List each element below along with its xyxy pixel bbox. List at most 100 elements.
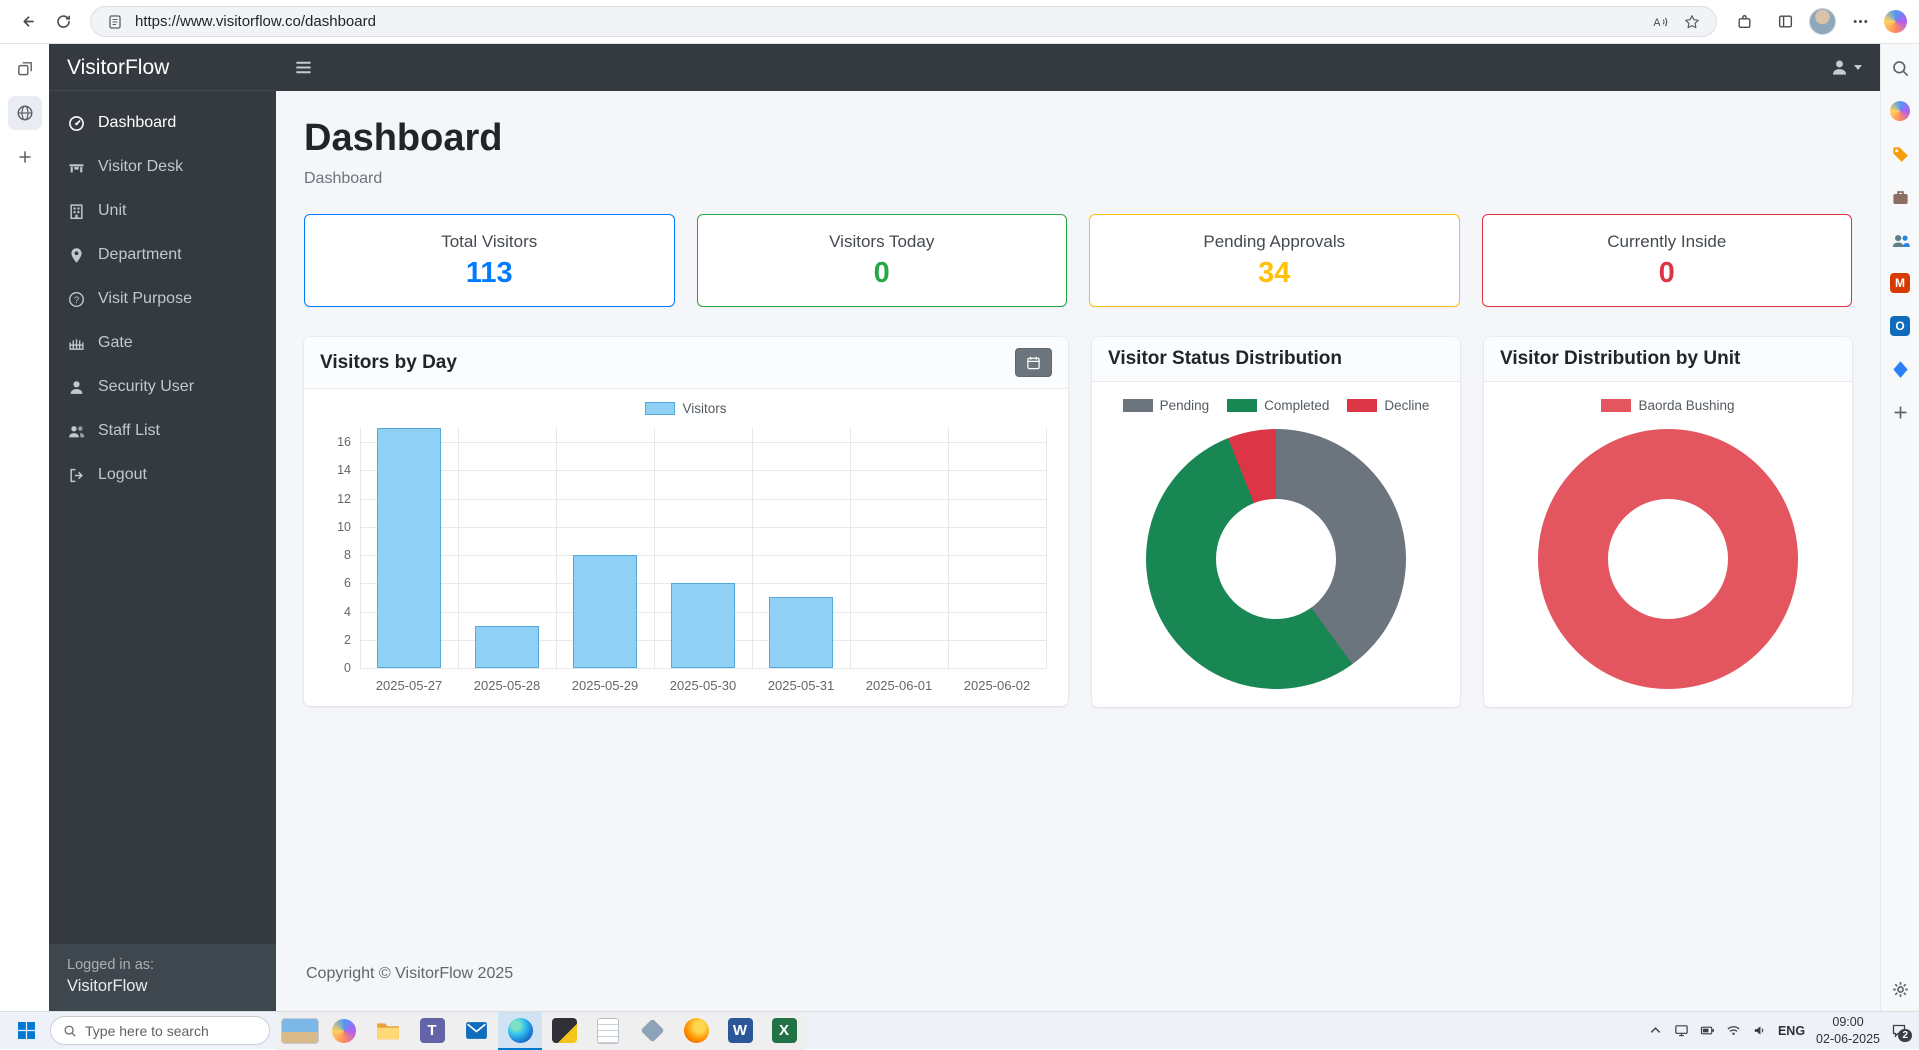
refresh-icon[interactable]	[46, 5, 80, 39]
bar-2025-05-31[interactable]	[768, 597, 834, 668]
sidebar-item-dashboard[interactable]: Dashboard	[57, 101, 268, 145]
taskbar-app-copilot[interactable]	[322, 1011, 366, 1050]
question-icon: ?	[67, 290, 85, 308]
page-info-icon[interactable]	[103, 11, 127, 33]
breadcrumb[interactable]: Dashboard	[304, 170, 1852, 188]
taskbar-app-firefox[interactable]	[674, 1011, 718, 1050]
language-indicator[interactable]: ENG	[1778, 1024, 1805, 1038]
stat-card-total-visitors: Total Visitors 113	[304, 214, 675, 307]
user-icon	[67, 378, 85, 396]
page-content: Dashboard Dashboard Total Visitors 113 Vis…	[276, 91, 1880, 1011]
calendar-button[interactable]	[1015, 348, 1052, 377]
taskbar-apps: T WX	[278, 1011, 806, 1050]
user-menu[interactable]	[1830, 58, 1862, 77]
notification-center-icon[interactable]: 2	[1891, 1023, 1912, 1042]
new-tab-icon[interactable]	[10, 142, 40, 172]
system-tray: ENG 09:00 02-06-2025 2	[1648, 1014, 1915, 1047]
logout-icon	[67, 466, 85, 484]
legend-label: Decline	[1384, 398, 1430, 413]
briefcase-icon[interactable]	[1886, 183, 1914, 211]
microsoft-365-icon[interactable]: M	[1886, 269, 1914, 297]
url-text: https://www.visitorflow.co/dashboard	[135, 13, 376, 30]
copyright: Copyright © VisitorFlow 2025	[306, 965, 514, 982]
search-placeholder: Type here to search	[85, 1022, 209, 1039]
read-aloud-icon[interactable]: A	[1648, 11, 1672, 33]
taskbar-app-excel[interactable]: X	[762, 1011, 806, 1050]
sidebar-toggle-icon[interactable]	[294, 58, 313, 77]
bar-2025-05-28[interactable]	[474, 625, 540, 668]
users-icon	[67, 422, 85, 440]
sidebar-item-security-user[interactable]: Security User	[57, 365, 268, 409]
favorite-star-icon[interactable]	[1680, 11, 1704, 33]
taskbar-app-file-explorer[interactable]	[366, 1011, 410, 1050]
sidebar-item-visit-purpose[interactable]: ? Visit Purpose	[57, 277, 268, 321]
card-header: Visitor Distribution by Unit	[1484, 337, 1852, 382]
sidebar-item-label: Dashboard	[98, 114, 177, 131]
taskbar-app-notepad[interactable]	[586, 1011, 630, 1050]
battery-icon[interactable]	[1700, 1023, 1715, 1038]
monitor-icon[interactable]	[1674, 1023, 1689, 1038]
bar-2025-05-27[interactable]	[376, 428, 442, 668]
taskbar-app-teams[interactable]: T	[410, 1011, 454, 1050]
bar-2025-05-30[interactable]	[670, 583, 736, 668]
donut	[1538, 429, 1798, 689]
taskbar-app-news-widget[interactable]	[278, 1011, 322, 1050]
sidebar-item-logout[interactable]: Logout	[57, 453, 268, 497]
stat-card-currently-inside: Currently Inside 0	[1481, 214, 1852, 307]
outlook-icon[interactable]: O	[1886, 312, 1914, 340]
back-icon[interactable]	[10, 5, 44, 39]
copilot-icon[interactable]	[1884, 10, 1907, 33]
sidebar-item-label: Security User	[98, 378, 195, 395]
hidden-icons-chevron-icon[interactable]	[1648, 1023, 1663, 1038]
copilot-icon[interactable]	[1886, 97, 1914, 125]
wifi-icon[interactable]	[1726, 1023, 1741, 1038]
settings-icon[interactable]	[1886, 975, 1914, 1003]
sidebar-item-label: Department	[98, 246, 182, 263]
start-button[interactable]	[4, 1012, 48, 1050]
add-icon[interactable]	[1886, 398, 1914, 426]
calendar-icon	[1027, 356, 1040, 370]
x-tick-label: 2025-05-28	[473, 678, 541, 693]
y-tick-label: 8	[344, 548, 351, 563]
active-tab-globe-icon[interactable]	[7, 96, 42, 130]
y-tick-label: 2	[344, 632, 351, 647]
legend-item: Decline	[1347, 398, 1429, 413]
donut-hole	[1608, 499, 1728, 619]
sidebar-item-visitor-desk[interactable]: Visitor Desk	[57, 145, 268, 189]
date: 02-06-2025	[1816, 1031, 1880, 1046]
sidebar-item-gate[interactable]: Gate	[57, 321, 268, 365]
taskbar-app-word[interactable]: W	[718, 1011, 762, 1050]
bar-2025-05-29[interactable]	[572, 555, 638, 668]
page-title: Dashboard	[304, 117, 503, 159]
collections-icon[interactable]	[1768, 5, 1802, 39]
brand-link[interactable]: VisitorFlow	[49, 44, 276, 91]
taskbar-app-notes[interactable]	[542, 1011, 586, 1050]
y-tick-label: 6	[344, 576, 351, 591]
clock[interactable]: 09:00 02-06-2025	[1816, 1014, 1880, 1047]
taskbar-app-mail[interactable]	[454, 1011, 498, 1050]
tab-actions-icon[interactable]	[10, 54, 40, 84]
building-icon	[67, 202, 85, 220]
people-icon[interactable]	[1886, 226, 1914, 254]
gridline	[360, 498, 1046, 500]
drop-icon[interactable]	[1886, 355, 1914, 383]
sidebar-item-unit[interactable]: Unit	[57, 189, 268, 233]
extensions-icon[interactable]	[1727, 5, 1761, 39]
status-donut-chart[interactable]: Pending Completed Decline	[1092, 382, 1460, 707]
bar-chart[interactable]: Visitors 0 2 4 6 8 10 12 14 16 2025-05-27 2025-05-…	[304, 389, 1068, 706]
tags-icon[interactable]	[1886, 140, 1914, 168]
volume-icon[interactable]	[1752, 1023, 1767, 1038]
profile-avatar[interactable]	[1809, 8, 1836, 35]
taskbar-app-photos[interactable]	[630, 1011, 674, 1050]
search-icon[interactable]	[1886, 54, 1914, 82]
taskbar-app-edge[interactable]	[498, 1011, 542, 1050]
sidebar-menu: Dashboard Visitor Desk Unit Department ? Visi…	[49, 91, 276, 944]
unit-donut-chart[interactable]: Baorda Bushing	[1484, 382, 1852, 707]
more-menu-icon[interactable]	[1843, 5, 1877, 39]
legend-item: Baorda Bushing	[1601, 398, 1735, 413]
sidebar-item-department[interactable]: Department	[57, 233, 268, 277]
sidebar-item-staff-list[interactable]: Staff List	[57, 409, 268, 453]
stat-label: Pending Approvals	[1203, 232, 1346, 251]
taskbar-search[interactable]: Type here to search	[50, 1016, 270, 1045]
address-bar[interactable]: https://www.visitorflow.co/dashboard A	[90, 6, 1717, 37]
